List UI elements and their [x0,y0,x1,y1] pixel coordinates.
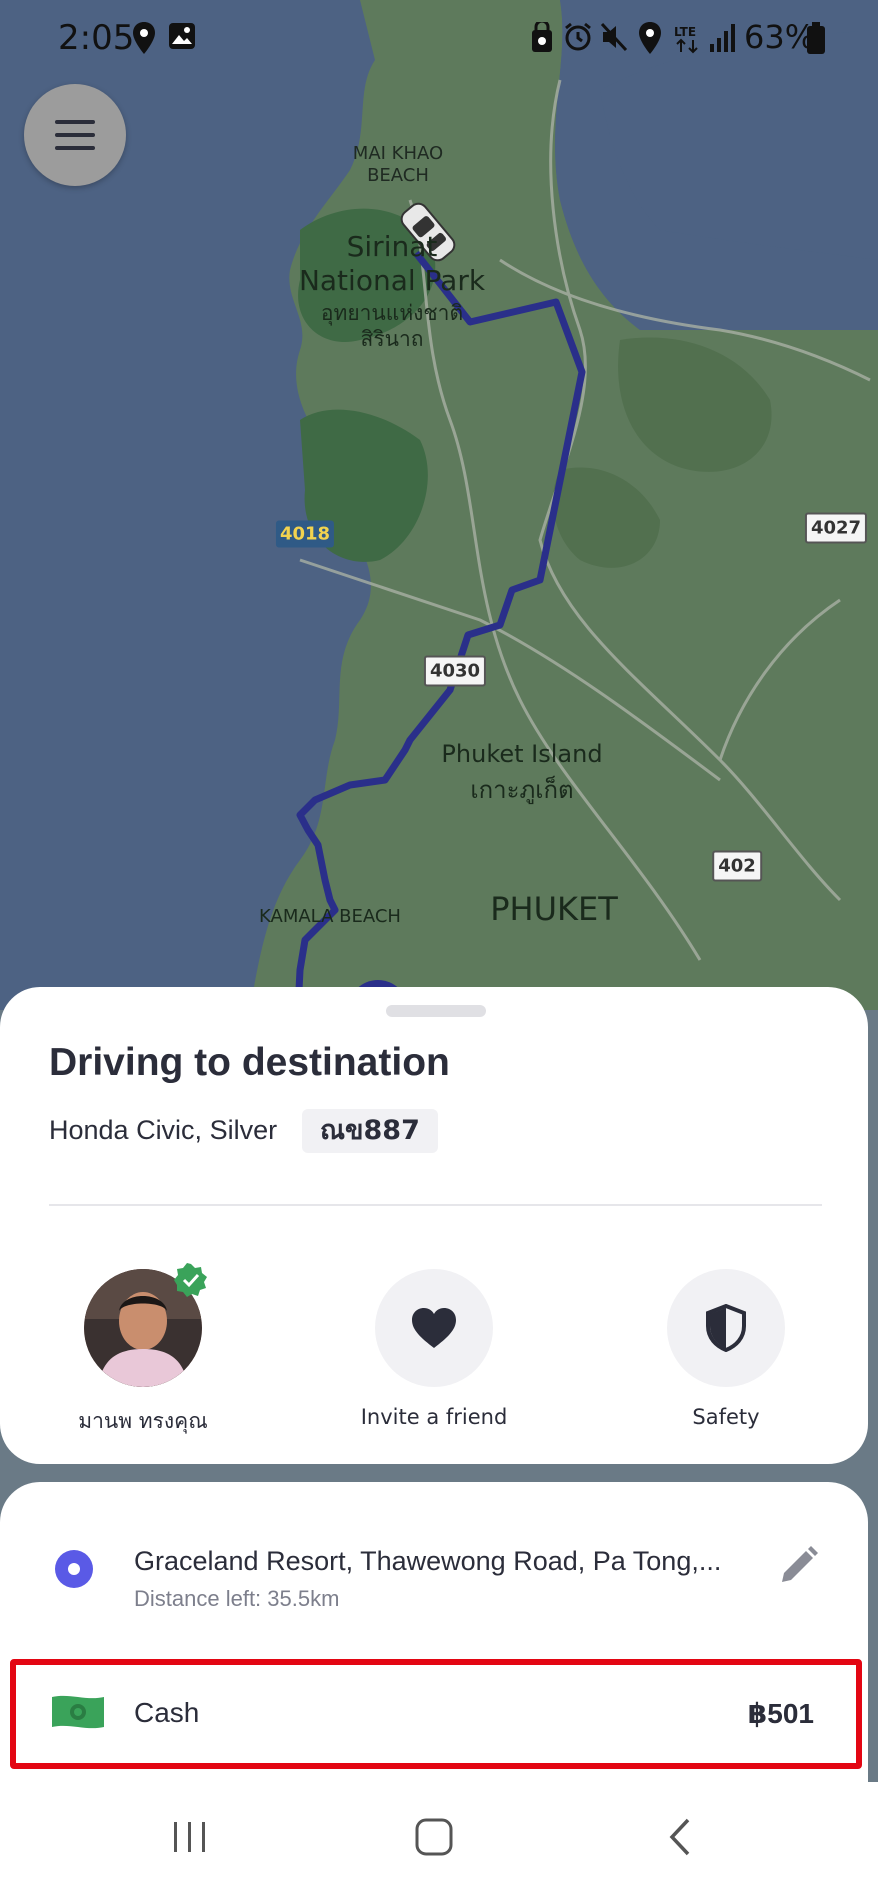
lock-icon [532,22,552,52]
edit-destination-button[interactable] [770,1538,826,1594]
location-icon [639,22,661,54]
map-label-phuket-island: Phuket Island [441,740,603,768]
map-view[interactable]: MAI KHAO BEACH Sirinat National Park อุท… [0,0,878,1010]
battery-percent: 63% [744,18,816,56]
location-icon [133,22,155,54]
driver-name: มานพ ทรงคุณ [78,1409,208,1433]
shield-icon [706,1304,746,1352]
safety-circle[interactable] [667,1269,785,1387]
status-bar: 2:05 LTE 63% [0,0,878,78]
system-nav-bar [0,1782,878,1896]
destination-marker-icon [55,1550,93,1588]
payment-method-label: Cash [134,1697,200,1728]
vehicle-description: Honda Civic, Silver [49,1115,278,1145]
verified-badge-icon [174,1263,207,1297]
trip-sheet: Driving to destination Honda Civic, Silv… [0,987,868,1464]
distance-left: Distance left: 35.5km [134,1586,340,1611]
license-plate: ณข887 [302,1109,438,1153]
map-label-kamala: KAMALA BEACH [259,906,401,927]
safety-button[interactable]: Safety [626,1269,826,1429]
destination-card: Graceland Resort, Thawewong Road, Pa Ton… [0,1482,868,1782]
cash-icon [52,1695,104,1729]
home-button[interactable] [404,1812,464,1862]
invite-friend-button[interactable]: Invite a friend [334,1269,534,1429]
lte-icon: LTE [674,25,698,54]
menu-button[interactable] [24,84,126,186]
fare-amount: ฿501 [747,1698,814,1729]
road-shield: 402 [712,850,762,882]
map-label-sirinat-thai: อุทยานแห่งชาติ สิรินาถ [320,301,464,351]
home-icon [415,1818,453,1856]
road-shield: 4030 [423,655,487,687]
svg-text:LTE: LTE [674,25,696,39]
signal-icon [710,24,735,52]
road-shield: 4018 [275,520,335,548]
recent-apps-button[interactable] [160,1812,220,1862]
battery-icon [807,22,825,54]
driver-profile-button[interactable]: มานพ ทรงคุณ [43,1263,243,1438]
back-button[interactable] [650,1812,710,1862]
sheet-grabber[interactable] [386,1005,486,1017]
back-icon [669,1818,690,1856]
map-label-phuket-island-thai: เกาะภูเก็ต [470,776,574,804]
pencil-icon [782,1546,818,1582]
invite-circle[interactable] [375,1269,493,1387]
destination-address[interactable]: Graceland Resort, Thawewong Road, Pa Ton… [134,1546,721,1577]
trip-status-title: Driving to destination [49,1041,450,1084]
invite-label: Invite a friend [360,1405,508,1429]
safety-label: Safety [692,1405,760,1429]
payment-method-row[interactable]: Cash ฿501 [10,1659,862,1769]
driver-avatar[interactable] [84,1263,207,1387]
map-label-mai-khao: MAI KHAO BEACH [352,143,444,186]
heart-icon [412,1308,456,1348]
recent-apps-icon [174,1822,205,1852]
divider [49,1204,822,1206]
map-label-phuket: PHUKET [490,890,618,928]
clock: 2:05 [58,18,135,58]
map-label-sirinat: Sirinat National Park [298,230,486,297]
mute-icon [600,22,628,52]
hamburger-icon [55,120,95,150]
image-icon [169,23,195,49]
alarm-icon [565,22,591,51]
road-shield: 4027 [804,512,868,544]
